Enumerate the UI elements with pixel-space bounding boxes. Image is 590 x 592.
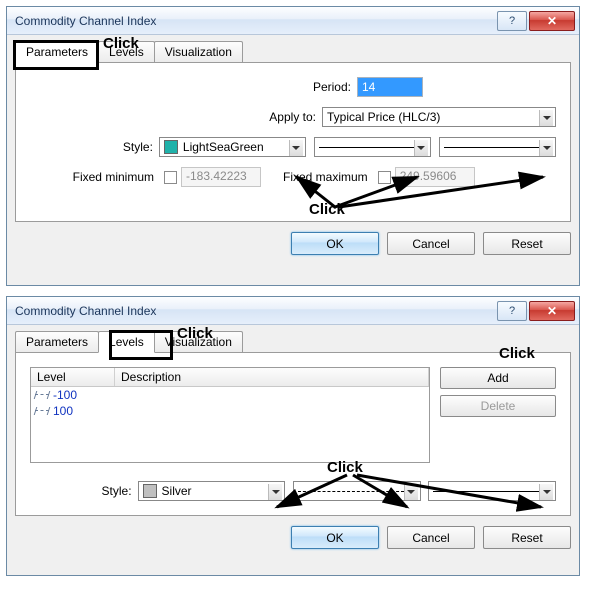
level-line-icon xyxy=(35,390,49,400)
table-header: Level Description xyxy=(31,368,429,387)
titlebar: Commodity Channel Index ? ✕ xyxy=(7,7,579,35)
col-level[interactable]: Level xyxy=(31,368,115,386)
color-swatch xyxy=(164,140,178,154)
help-button[interactable]: ? xyxy=(497,11,527,31)
delete-button[interactable]: Delete xyxy=(440,395,556,417)
chevron-down-icon xyxy=(289,140,303,156)
fixed-max-value: 249.59606 xyxy=(395,167,475,187)
ok-button[interactable]: OK xyxy=(291,232,379,255)
level-line-icon xyxy=(35,406,49,416)
close-button[interactable]: ✕ xyxy=(529,11,575,31)
dialog-title: Commodity Channel Index xyxy=(15,14,497,28)
col-description[interactable]: Description xyxy=(115,368,429,386)
style-line-type-combo[interactable] xyxy=(314,137,431,157)
tab-parameters[interactable]: Parameters xyxy=(15,41,99,63)
titlebar: Commodity Channel Index ? ✕ xyxy=(7,297,579,325)
style-color-name: Silver xyxy=(162,484,192,498)
fixed-max-checkbox[interactable] xyxy=(378,171,391,184)
dialog-levels: Commodity Channel Index ? ✕ Parameters L… xyxy=(6,296,580,576)
line-preview-icon xyxy=(319,147,414,148)
color-swatch xyxy=(143,484,157,498)
apply-to-label: Apply to: xyxy=(269,110,322,124)
style-color-combo[interactable]: LightSeaGreen xyxy=(159,137,306,157)
dialog-title: Commodity Channel Index xyxy=(15,304,497,318)
style-label: Style: xyxy=(30,140,159,154)
fixed-min-value: -183.42223 xyxy=(181,167,261,187)
period-input[interactable] xyxy=(357,77,423,97)
client-area: Parameters Levels Visualization Level De… xyxy=(7,325,579,557)
chevron-down-icon xyxy=(414,140,428,156)
line-preview-icon xyxy=(444,147,539,148)
dialog-parameters: Commodity Channel Index ? ✕ Parameters L… xyxy=(6,6,580,286)
side-buttons: Add Delete xyxy=(440,367,556,463)
button-row: OK Cancel Reset xyxy=(15,516,571,549)
parameters-pane: Period: Apply to: Typical Price (HLC/3) … xyxy=(15,62,571,222)
chevron-down-icon xyxy=(539,484,553,500)
style-color-combo[interactable]: Silver xyxy=(138,481,285,501)
chevron-down-icon xyxy=(539,110,553,126)
style-label: Style: xyxy=(30,484,138,498)
close-button[interactable]: ✕ xyxy=(529,301,575,321)
tab-visualization[interactable]: Visualization xyxy=(154,41,243,62)
reset-button[interactable]: Reset xyxy=(483,232,571,255)
ok-button[interactable]: OK xyxy=(291,526,379,549)
fixed-max-label: Fixed maximum xyxy=(283,170,374,184)
help-button[interactable]: ? xyxy=(497,301,527,321)
tab-levels[interactable]: Levels xyxy=(98,41,155,62)
reset-button[interactable]: Reset xyxy=(483,526,571,549)
cancel-button[interactable]: Cancel xyxy=(387,526,475,549)
apply-to-value: Typical Price (HLC/3) xyxy=(327,110,440,124)
tab-strip: Parameters Levels Visualization xyxy=(15,331,571,352)
chevron-down-icon xyxy=(539,140,553,156)
style-line-width-combo[interactable] xyxy=(428,481,556,501)
button-row: OK Cancel Reset xyxy=(15,222,571,255)
table-row[interactable]: -100 xyxy=(31,387,429,403)
tab-strip: Parameters Levels Visualization xyxy=(15,41,571,62)
tab-levels[interactable]: Levels xyxy=(98,331,155,353)
style-line-type-combo[interactable] xyxy=(293,481,421,501)
fixed-min-label: Fixed minimum xyxy=(30,170,160,184)
add-button[interactable]: Add xyxy=(440,367,556,389)
apply-to-combo[interactable]: Typical Price (HLC/3) xyxy=(322,107,556,127)
chevron-down-icon xyxy=(268,484,282,500)
tab-visualization[interactable]: Visualization xyxy=(154,331,243,352)
levels-pane: Level Description -100 100 Add Delete xyxy=(15,352,571,516)
fixed-min-checkbox[interactable] xyxy=(164,171,177,184)
period-label: Period: xyxy=(313,80,357,94)
table-row[interactable]: 100 xyxy=(31,403,429,419)
cancel-button[interactable]: Cancel xyxy=(387,232,475,255)
chevron-down-icon xyxy=(404,484,418,500)
client-area: Parameters Levels Visualization Period: … xyxy=(7,35,579,263)
line-preview-icon xyxy=(298,491,404,492)
line-preview-icon xyxy=(433,491,539,492)
style-color-name: LightSeaGreen xyxy=(183,140,264,154)
tab-parameters[interactable]: Parameters xyxy=(15,331,99,352)
levels-table[interactable]: Level Description -100 100 xyxy=(30,367,430,463)
style-line-width-combo[interactable] xyxy=(439,137,556,157)
